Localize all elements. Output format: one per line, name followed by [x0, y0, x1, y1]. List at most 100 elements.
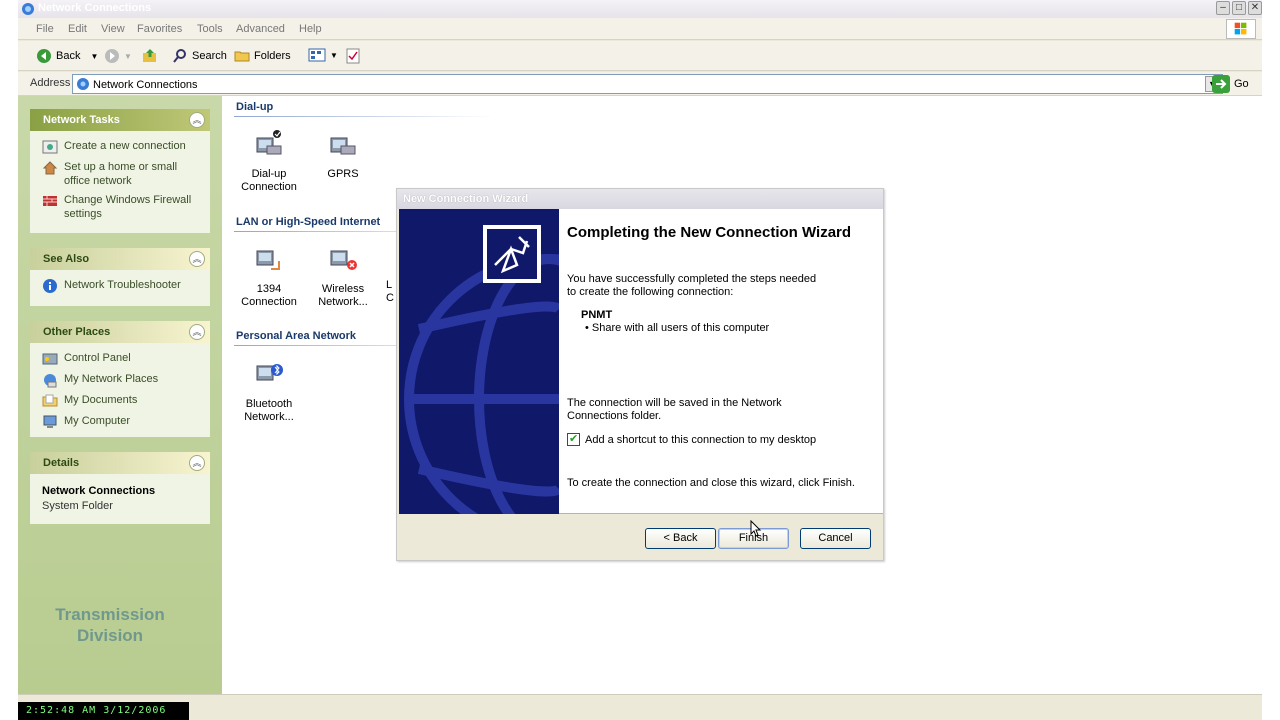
- go-button[interactable]: Go: [1212, 75, 1249, 93]
- clock-overlay: 2:52:48 AM 3/12/2006: [18, 702, 189, 720]
- menu-file[interactable]: File: [36, 23, 54, 35]
- properties-button[interactable]: [346, 48, 360, 64]
- control-panel-link[interactable]: Control Panel: [42, 351, 202, 367]
- shortcut-checkbox-row[interactable]: Add a shortcut to this connection to my …: [567, 432, 816, 446]
- close-button[interactable]: ✕: [1248, 1, 1262, 15]
- wireless-network-label: Wireless Network...: [318, 283, 368, 308]
- info-icon: [43, 279, 57, 293]
- collapse-chevron-icon[interactable]: ︽: [189, 112, 205, 128]
- network-connections-icon: [77, 78, 89, 90]
- wireless-adapter-icon: [330, 250, 357, 270]
- back-button[interactable]: Back ▼: [36, 48, 98, 64]
- back-dropdown-icon[interactable]: ▼: [90, 52, 98, 61]
- control-panel-icon: [42, 353, 58, 365]
- firewall-icon: [43, 196, 57, 206]
- forward-button[interactable]: ▼: [104, 48, 132, 64]
- search-label: Search: [192, 50, 227, 62]
- network-tasks-title: Network Tasks: [43, 114, 120, 126]
- group-divider: [234, 116, 494, 117]
- lan-adapter-icon: [256, 250, 280, 270]
- go-label: Go: [1234, 78, 1249, 90]
- task-create-connection[interactable]: Create a new connection: [42, 139, 202, 155]
- my-computer-link[interactable]: My Computer: [42, 414, 202, 430]
- details-name: Network Connections: [42, 485, 156, 497]
- watermark-line-1: Transmission: [55, 605, 165, 624]
- dialup-modem-icon: [330, 137, 356, 155]
- cancel-button[interactable]: Cancel: [800, 528, 871, 549]
- title-bar[interactable]: Network Connections – □ ✕: [18, 0, 1262, 18]
- dialup-connection-item[interactable]: Dial-up Connection: [234, 128, 304, 194]
- bluetooth-network-item[interactable]: Bluetooth Network...: [234, 358, 304, 424]
- my-documents-link[interactable]: My Documents: [42, 393, 202, 409]
- task-home-network[interactable]: Set up a home or small office network: [42, 160, 202, 188]
- see-also-panel: See Also ︽ Network Troubleshooter: [30, 248, 210, 306]
- task-firewall-label: Change Windows Firewall settings: [64, 194, 192, 220]
- network-places-icon: [44, 374, 57, 388]
- wizard-saved-note: The connection will be saved in the Netw…: [567, 397, 782, 422]
- maximize-button[interactable]: □: [1232, 1, 1246, 15]
- connection-name: PNMT: [581, 309, 613, 321]
- views-dropdown-icon[interactable]: ▼: [330, 51, 338, 60]
- wizard-globe-art: [399, 209, 559, 514]
- computer-icon: [43, 415, 57, 428]
- status-bar: [18, 694, 1262, 720]
- wizard-heading: Completing the New Connection Wizard: [567, 224, 852, 241]
- my-documents-label: My Documents: [64, 394, 138, 406]
- up-folder-button[interactable]: [142, 48, 158, 64]
- menu-advanced[interactable]: Advanced: [236, 23, 285, 35]
- network-tasks-panel: Network Tasks ︽ Create a new connection …: [30, 109, 210, 233]
- collapse-chevron-icon[interactable]: ︽: [189, 251, 205, 267]
- watermark-text: Transmission Division: [30, 604, 190, 646]
- back-button[interactable]: < Back: [645, 528, 716, 549]
- menu-edit[interactable]: Edit: [68, 23, 87, 35]
- views-icon: [308, 48, 326, 62]
- menu-view[interactable]: View: [101, 23, 125, 35]
- wireless-network-item[interactable]: Wireless Network...: [308, 243, 378, 309]
- network-troubleshooter-link[interactable]: Network Troubleshooter: [42, 278, 202, 294]
- search-icon: [173, 49, 186, 63]
- address-input[interactable]: Network Connections ▼: [72, 74, 1223, 94]
- gprs-item[interactable]: GPRS: [308, 128, 378, 181]
- control-panel-label: Control Panel: [64, 352, 131, 364]
- back-label: Back: [56, 50, 81, 62]
- standard-toolbar: Back ▼ ▼ Search Folders ▼: [18, 41, 1262, 71]
- minimize-button[interactable]: –: [1216, 1, 1230, 15]
- address-bar: Address Network Connections ▼ Go: [18, 72, 1262, 96]
- views-button[interactable]: ▼: [308, 48, 338, 62]
- folders-button[interactable]: Folders: [234, 48, 291, 64]
- address-label: Address: [30, 77, 71, 89]
- menu-help[interactable]: Help: [299, 23, 322, 35]
- other-places-header[interactable]: Other Places ︽: [30, 321, 210, 343]
- collapse-chevron-icon[interactable]: ︽: [189, 455, 205, 471]
- search-button[interactable]: Search: [172, 48, 227, 64]
- see-also-header[interactable]: See Also ︽: [30, 248, 210, 270]
- details-header[interactable]: Details ︽: [30, 452, 210, 474]
- task-firewall[interactable]: Change Windows Firewall settings: [42, 193, 202, 221]
- wizard-body: Completing the New Connection Wizard You…: [399, 209, 883, 514]
- task-create-connection-label: Create a new connection: [64, 140, 186, 152]
- collapse-chevron-icon[interactable]: ︽: [189, 324, 205, 340]
- forward-arrow-icon: [105, 49, 119, 63]
- menu-favorites[interactable]: Favorites: [137, 23, 182, 35]
- network-tasks-header[interactable]: Network Tasks ︽: [30, 109, 210, 131]
- address-value: Network Connections: [93, 79, 198, 91]
- wizard-finish-note: To create the connection and close this …: [567, 477, 855, 489]
- shortcut-checkbox[interactable]: [567, 432, 580, 446]
- details-title: Details: [43, 457, 80, 469]
- connection-1394-label: 1394 Connection: [241, 283, 297, 308]
- wizard-title-bar[interactable]: New Connection Wizard: [397, 189, 883, 209]
- forward-dropdown-icon[interactable]: ▼: [124, 52, 132, 61]
- globe-watermark-icon: [404, 225, 559, 514]
- my-network-places-link[interactable]: My Network Places: [42, 372, 202, 388]
- group-lan-title: LAN or High-Speed Internet: [236, 216, 381, 228]
- dialup-connection-label: Dial-up Connection: [241, 168, 297, 193]
- details-type: System Folder: [42, 500, 113, 512]
- checklist-icon: [346, 48, 360, 64]
- connection-1394-item[interactable]: 1394 Connection: [234, 243, 304, 309]
- menu-bar: File Edit View Favorites Tools Advanced …: [18, 18, 1262, 40]
- group-dialup-title: Dial-up: [236, 101, 274, 113]
- menu-tools[interactable]: Tools: [197, 23, 223, 35]
- back-arrow-icon: [37, 49, 51, 63]
- network-troubleshooter-label: Network Troubleshooter: [64, 279, 181, 291]
- other-places-panel: Other Places ︽ Control Panel My Network …: [30, 321, 210, 437]
